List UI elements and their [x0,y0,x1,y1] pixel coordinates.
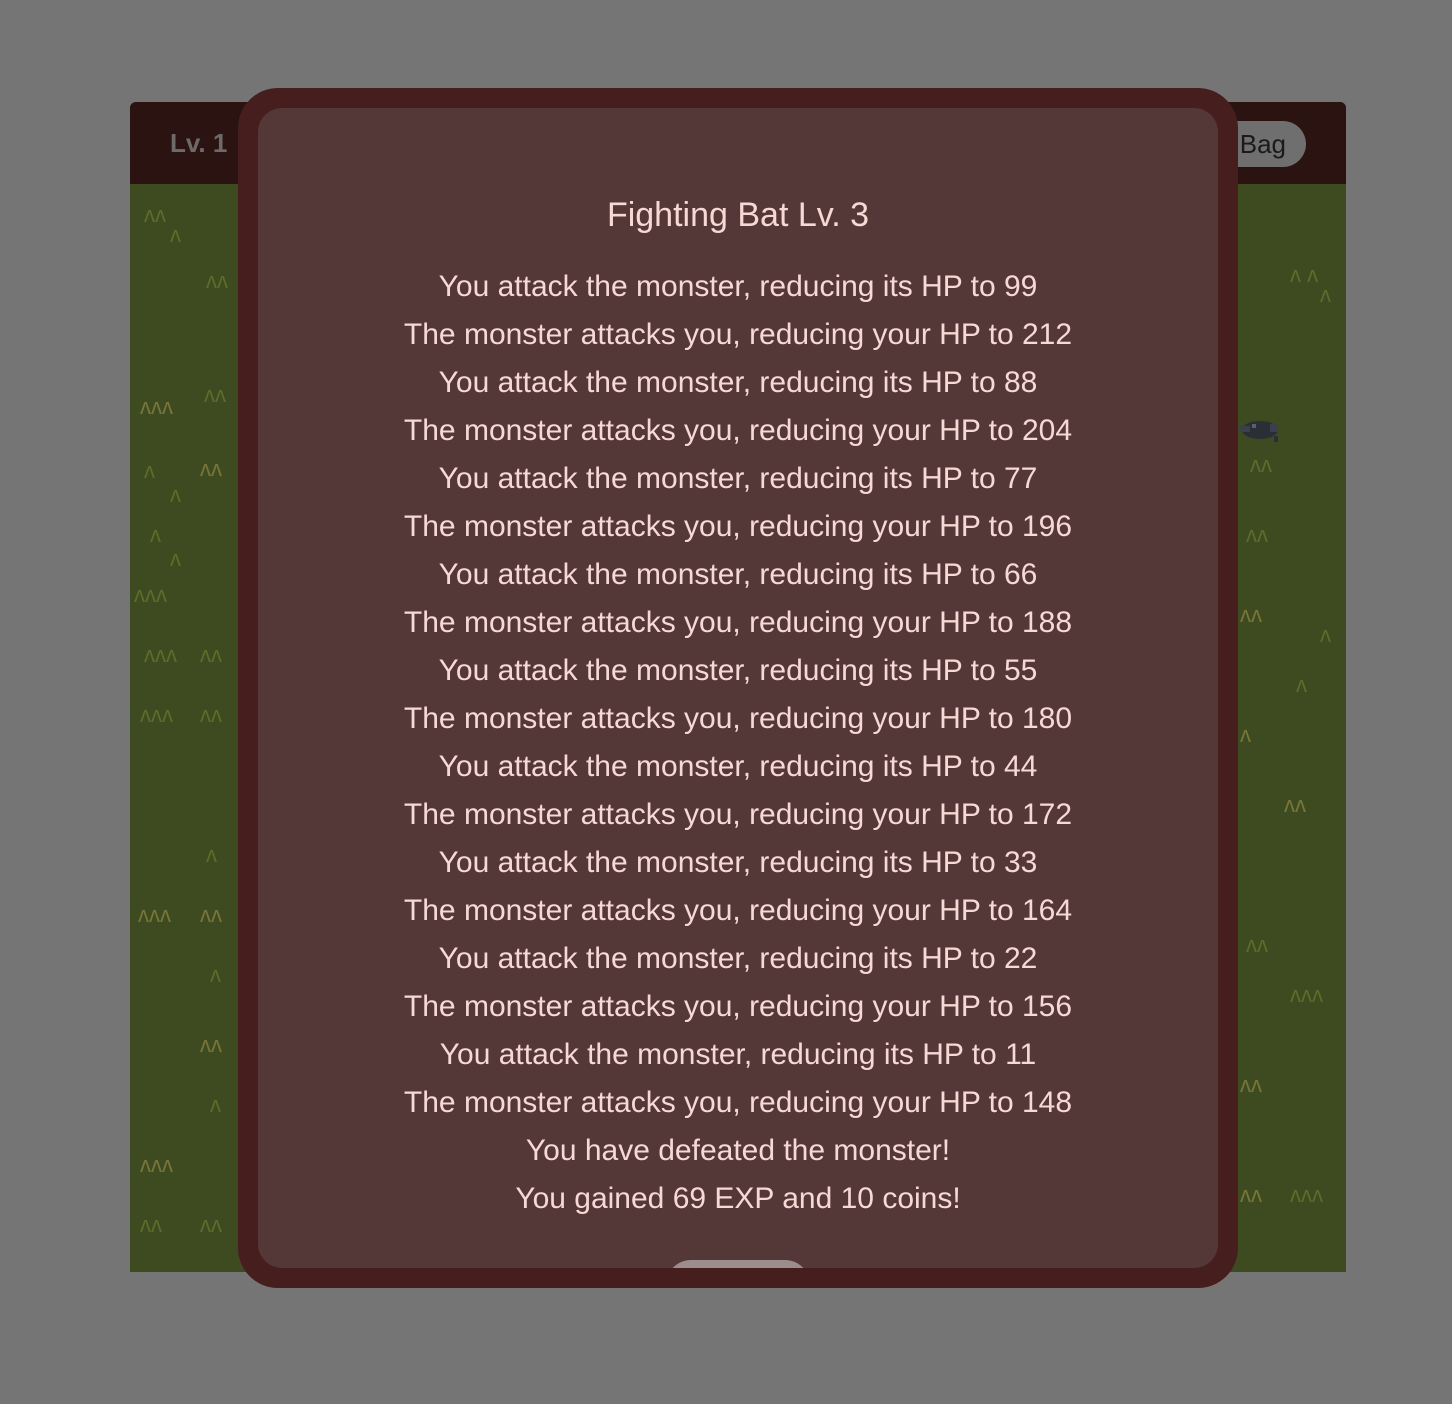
grass-tuft-icon: ᴧ [1320,622,1331,647]
battle-log-entry: You attack the monster, reducing its HP … [438,558,1038,591]
grass-tuft-icon: ᴧᴧ [1250,452,1272,477]
battle-log-entry: You attack the monster, reducing its HP … [438,750,1038,783]
battle-log-entry: The monster attacks you, reducing your H… [403,606,1073,639]
grass-tuft-icon: ᴧᴧᴧ [144,642,177,667]
grass-tuft-icon: ᴧ [170,546,181,571]
battle-log-entry: The monster attacks you, reducing your H… [403,1086,1073,1119]
grass-tuft-icon: ᴧᴧ [1240,1072,1262,1097]
grass-tuft-icon: ᴧ [1320,282,1331,307]
battle-dialog: Fighting Bat Lv. 3 You attack the monste… [238,88,1238,1288]
grass-tuft-icon: ᴧ [210,962,221,987]
grass-tuft-icon: ᴧᴧᴧ [1290,1182,1323,1207]
battle-log-entry: You attack the monster, reducing its HP … [438,270,1038,303]
bat-sprite-icon [1240,421,1278,442]
grass-tuft-icon: ᴧᴧ [200,902,222,927]
grass-tuft-icon: ᴧᴧ [1246,932,1268,957]
grass-tuft-icon: ᴧ [1296,672,1307,697]
player-level: Lv. 1 [170,128,228,158]
grass-tuft-icon: ᴧᴧ [206,268,228,293]
battle-dialog-body: Fighting Bat Lv. 3 You attack the monste… [258,108,1218,1268]
battle-log-entry: You gained 69 EXP and 10 coins! [515,1182,961,1215]
close-button[interactable] [666,1260,810,1268]
battle-log-entry: The monster attacks you, reducing your H… [403,798,1073,831]
grass-tuft-icon: ᴧᴧ [200,1032,222,1057]
grass-tuft-icon: ᴧᴧ [200,702,222,727]
grass-tuft-icon: ᴧᴧ [144,202,166,227]
battle-log-entry: The monster attacks you, reducing your H… [403,414,1073,447]
battle-log-entry: The monster attacks you, reducing your H… [403,990,1073,1023]
grass-tuft-icon: ᴧᴧᴧ [140,394,173,419]
grass-tuft-icon: ᴧᴧ [140,1212,162,1237]
grass-tuft-icon: ᴧ [144,458,155,483]
grass-tuft-icon: ᴧ [1240,722,1251,747]
grass-tuft-icon: ᴧ [206,842,217,867]
grass-tuft-icon: ᴧᴧ [200,456,222,481]
battle-log-entry: You attack the monster, reducing its HP … [438,654,1038,687]
battle-log-entry: You attack the monster, reducing its HP … [438,846,1038,879]
grass-tuft-icon: ᴧᴧᴧ [134,582,167,607]
battle-log-entry: You attack the monster, reducing its HP … [439,1038,1037,1071]
grass-tuft-icon: ᴧ [150,522,161,547]
battle-log-entry: You have defeated the monster! [525,1134,951,1167]
battle-log: You attack the monster, reducing its HP … [258,268,1218,1228]
battle-log-entry: The monster attacks you, reducing your H… [403,702,1073,735]
battle-log-entry: You attack the monster, reducing its HP … [438,462,1038,495]
battle-log-entry: You attack the monster, reducing its HP … [438,366,1038,399]
grass-tuft-icon: ᴧᴧ [204,382,226,407]
grass-tuft-icon: ᴧᴧ [1240,1182,1262,1207]
battle-log-entry: You attack the monster, reducing its HP … [438,942,1038,975]
grass-tuft-icon: ᴧᴧᴧ [140,1152,173,1177]
grass-tuft-icon: ᴧ [170,482,181,507]
grass-tuft-icon: ᴧ [210,1092,221,1117]
grass-tuft-icon: ᴧᴧ [1246,522,1268,547]
battle-log-entry: The monster attacks you, reducing your H… [403,510,1073,543]
grass-tuft-icon: ᴧᴧᴧ [138,902,171,927]
grass-tuft-icon: ᴧᴧ [200,1212,222,1237]
grass-tuft-icon: ᴧᴧ [1284,792,1306,817]
grass-tuft-icon: ᴧᴧᴧ [140,702,173,727]
grass-tuft-icon: ᴧᴧ [1240,602,1262,627]
battle-log-entry: The monster attacks you, reducing your H… [403,894,1073,927]
grass-tuft-icon: ᴧ [170,222,181,247]
grass-tuft-icon: ᴧᴧᴧ [1290,982,1323,1007]
battle-title: Fighting Bat Lv. 3 [606,196,870,234]
grass-tuft-icon: ᴧ ᴧ [1290,262,1319,287]
grass-tuft-icon: ᴧᴧ [200,642,222,667]
battle-log-entry: The monster attacks you, reducing your H… [403,318,1073,351]
